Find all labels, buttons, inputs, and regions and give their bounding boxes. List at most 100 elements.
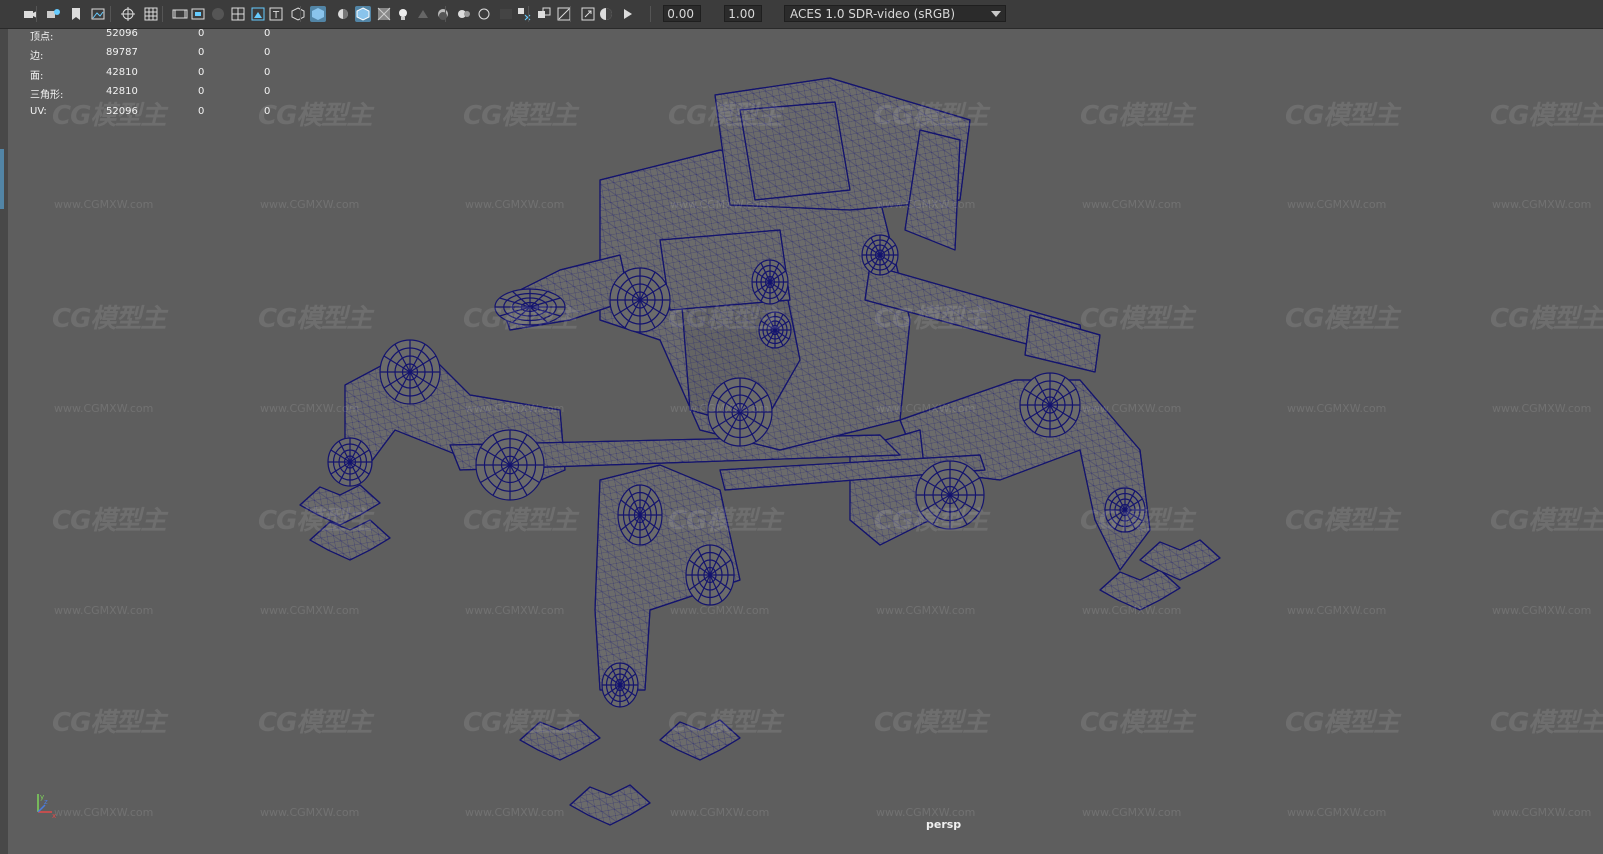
watermark-logo: CG模型主 — [668, 101, 782, 131]
hud-row-edges: 边: 89787 0 0 — [30, 47, 290, 62]
watermark-url: www.CGMXW.com — [54, 806, 154, 819]
watermark-logo: CG模型主 — [874, 708, 988, 738]
watermark-logo: CG模型主 — [1490, 101, 1603, 131]
hud-value: 0 — [264, 106, 271, 117]
watermark-logo: CG模型主 — [258, 506, 372, 536]
watermark-url: www.CGMXW.com — [54, 402, 154, 415]
watermark-url: www.CGMXW.com — [876, 604, 976, 617]
hud-value: 42810 — [106, 86, 138, 97]
watermark-url: www.CGMXW.com — [1492, 198, 1592, 211]
bookmark-icon[interactable] — [68, 6, 84, 22]
wireframe-icon[interactable] — [290, 6, 306, 22]
watermark-url: www.CGMXW.com — [1492, 402, 1592, 415]
antialiasing-icon[interactable] — [476, 6, 492, 22]
watermark-logo: CG模型主 — [668, 304, 782, 334]
camera-attributes-icon[interactable] — [45, 6, 61, 22]
hud-label: 面: — [30, 71, 44, 82]
film-gate-icon[interactable] — [172, 6, 188, 22]
safe-title-icon[interactable]: T — [268, 6, 284, 22]
color-management-icon[interactable] — [620, 6, 636, 22]
watermark-url: www.CGMXW.com — [54, 198, 154, 211]
toolbar-separator — [650, 6, 651, 22]
watermark-url: www.CGMXW.com — [260, 198, 360, 211]
hud-label: UV: — [30, 106, 47, 117]
svg-text:T: T — [272, 10, 280, 21]
watermark-logo: CG模型主 — [668, 506, 782, 536]
hud-label: 边: — [30, 51, 44, 62]
watermark-url: www.CGMXW.com — [670, 198, 770, 211]
safe-action-icon[interactable] — [250, 6, 266, 22]
hud-row-faces: 面: 42810 0 0 — [30, 67, 290, 82]
image-plane-icon[interactable] — [90, 6, 106, 22]
hud-row-vertices: 顶点: 52096 0 0 — [30, 28, 290, 43]
watermark-url: www.CGMXW.com — [260, 604, 360, 617]
watermark-logo: CG模型主 — [463, 101, 577, 131]
watermark-logo: CG模型主 — [1490, 304, 1603, 334]
left-edge-strip — [0, 29, 8, 854]
watermark-logo: CG模型主 — [1490, 708, 1603, 738]
default-material-icon[interactable] — [335, 6, 351, 22]
watermark-url: www.CGMXW.com — [876, 198, 976, 211]
hud-value: 0 — [198, 47, 205, 58]
resolution-gate-icon[interactable] — [190, 6, 206, 22]
hud-value: 42810 — [106, 67, 138, 78]
exposure-field[interactable]: 0.00 — [663, 5, 701, 22]
grid-icon[interactable] — [143, 6, 159, 22]
wireframe-on-shaded-icon[interactable] — [355, 6, 371, 22]
watermark-logo: CG模型主 — [463, 506, 577, 536]
hud-value: 52096 — [106, 106, 138, 117]
watermark-url: www.CGMXW.com — [1082, 198, 1182, 211]
exposure-icon[interactable] — [580, 6, 596, 22]
shadows-icon[interactable] — [415, 6, 431, 22]
hud-row-triangles: 三角形: 42810 0 0 — [30, 86, 290, 101]
viewport-toolbar: T 0.00 1.00 ACES 1.0 SDR-video (sRGB) — [0, 0, 1603, 29]
xray-icon[interactable] — [376, 6, 392, 22]
gamma-icon[interactable] — [598, 6, 614, 22]
gate-mask-icon[interactable] — [210, 6, 226, 22]
camera-name-label: persp — [926, 818, 962, 831]
watermark-logo: CG模型主 — [1080, 101, 1194, 131]
watermark-logo: CG模型主 — [463, 304, 577, 334]
isolate-select-icon[interactable] — [516, 6, 532, 22]
hud-value: 0 — [198, 106, 205, 117]
toolbar-separator — [162, 6, 163, 22]
hud-value: 0 — [198, 86, 205, 97]
use-all-lights-icon[interactable] — [395, 6, 411, 22]
watermark-logo: CG模型主 — [1285, 506, 1399, 536]
xray-active-icon[interactable] — [536, 6, 552, 22]
motion-blur-icon[interactable] — [456, 6, 472, 22]
watermark-url: www.CGMXW.com — [1492, 806, 1592, 819]
watermark-url: www.CGMXW.com — [1082, 604, 1182, 617]
toolbar-separator — [570, 6, 571, 22]
hud-row-uvs: UV: 52096 0 0 — [30, 106, 290, 120]
field-chart-icon[interactable] — [230, 6, 246, 22]
gamma-field[interactable]: 1.00 — [724, 5, 762, 22]
hud-value: 52096 — [106, 28, 138, 39]
hud-value: 0 — [264, 67, 271, 78]
watermark-logo: CG模型主 — [52, 304, 166, 334]
watermark-url: www.CGMXW.com — [465, 402, 565, 415]
watermark-url: www.CGMXW.com — [670, 806, 770, 819]
watermark-logo: CG模型主 — [52, 506, 166, 536]
watermark-url: www.CGMXW.com — [465, 806, 565, 819]
watermark-logo: CG模型主 — [258, 708, 372, 738]
watermark-url: www.CGMXW.com — [876, 402, 976, 415]
toolbar-separator — [445, 6, 446, 22]
hud-value: 0 — [264, 28, 271, 39]
watermark-logo: CG模型主 — [258, 304, 372, 334]
panel-handle[interactable] — [0, 149, 4, 209]
hud-label: 顶点: — [30, 32, 54, 43]
watermark-url: www.CGMXW.com — [465, 198, 565, 211]
smooth-shade-icon[interactable] — [310, 6, 326, 22]
watermark-url: www.CGMXW.com — [1492, 604, 1592, 617]
color-space-dropdown[interactable]: ACES 1.0 SDR-video (sRGB) — [784, 5, 1006, 22]
ambient-occlusion-icon[interactable] — [435, 6, 451, 22]
hud-value: 0 — [198, 67, 205, 78]
select-camera-icon[interactable] — [120, 6, 136, 22]
depth-of-field-icon[interactable] — [498, 6, 514, 22]
watermark-logo: CG模型主 — [668, 708, 782, 738]
watermark-logo: CG模型主 — [874, 101, 988, 131]
watermark-logo: CG模型主 — [1490, 506, 1603, 536]
watermark-url: www.CGMXW.com — [670, 402, 770, 415]
watermark-url: www.CGMXW.com — [54, 604, 154, 617]
